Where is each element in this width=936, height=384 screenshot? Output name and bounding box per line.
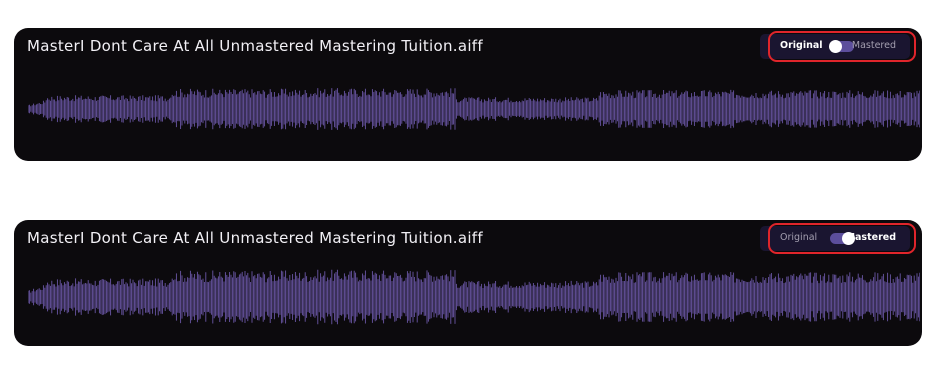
file-name-title: MasterI Dont Care At All Unmastered Mast… bbox=[27, 229, 483, 247]
mastered-label[interactable]: Mastered bbox=[852, 40, 896, 51]
waveform-graphic bbox=[28, 88, 920, 130]
audio-player-mastered: MasterI Dont Care At All Unmastered Mast… bbox=[14, 220, 922, 346]
waveform[interactable] bbox=[28, 76, 920, 142]
waveform[interactable] bbox=[28, 262, 920, 332]
mastered-label[interactable]: Mastered bbox=[846, 232, 896, 243]
waveform-path bbox=[28, 269, 920, 325]
audio-player-original: MasterI Dont Care At All Unmastered Mast… bbox=[14, 28, 922, 161]
toggle-knob bbox=[829, 40, 842, 53]
waveform-graphic bbox=[28, 269, 920, 325]
original-mastered-toggle-switch[interactable] bbox=[829, 40, 854, 53]
original-label[interactable]: Original bbox=[780, 40, 823, 51]
file-name-title: MasterI Dont Care At All Unmastered Mast… bbox=[27, 37, 483, 55]
original-mastered-toggle-group: Original Mastered bbox=[760, 223, 916, 254]
original-label[interactable]: Original bbox=[780, 232, 817, 243]
waveform-path bbox=[28, 88, 920, 130]
original-mastered-toggle-group: Original Mastered bbox=[760, 31, 916, 62]
